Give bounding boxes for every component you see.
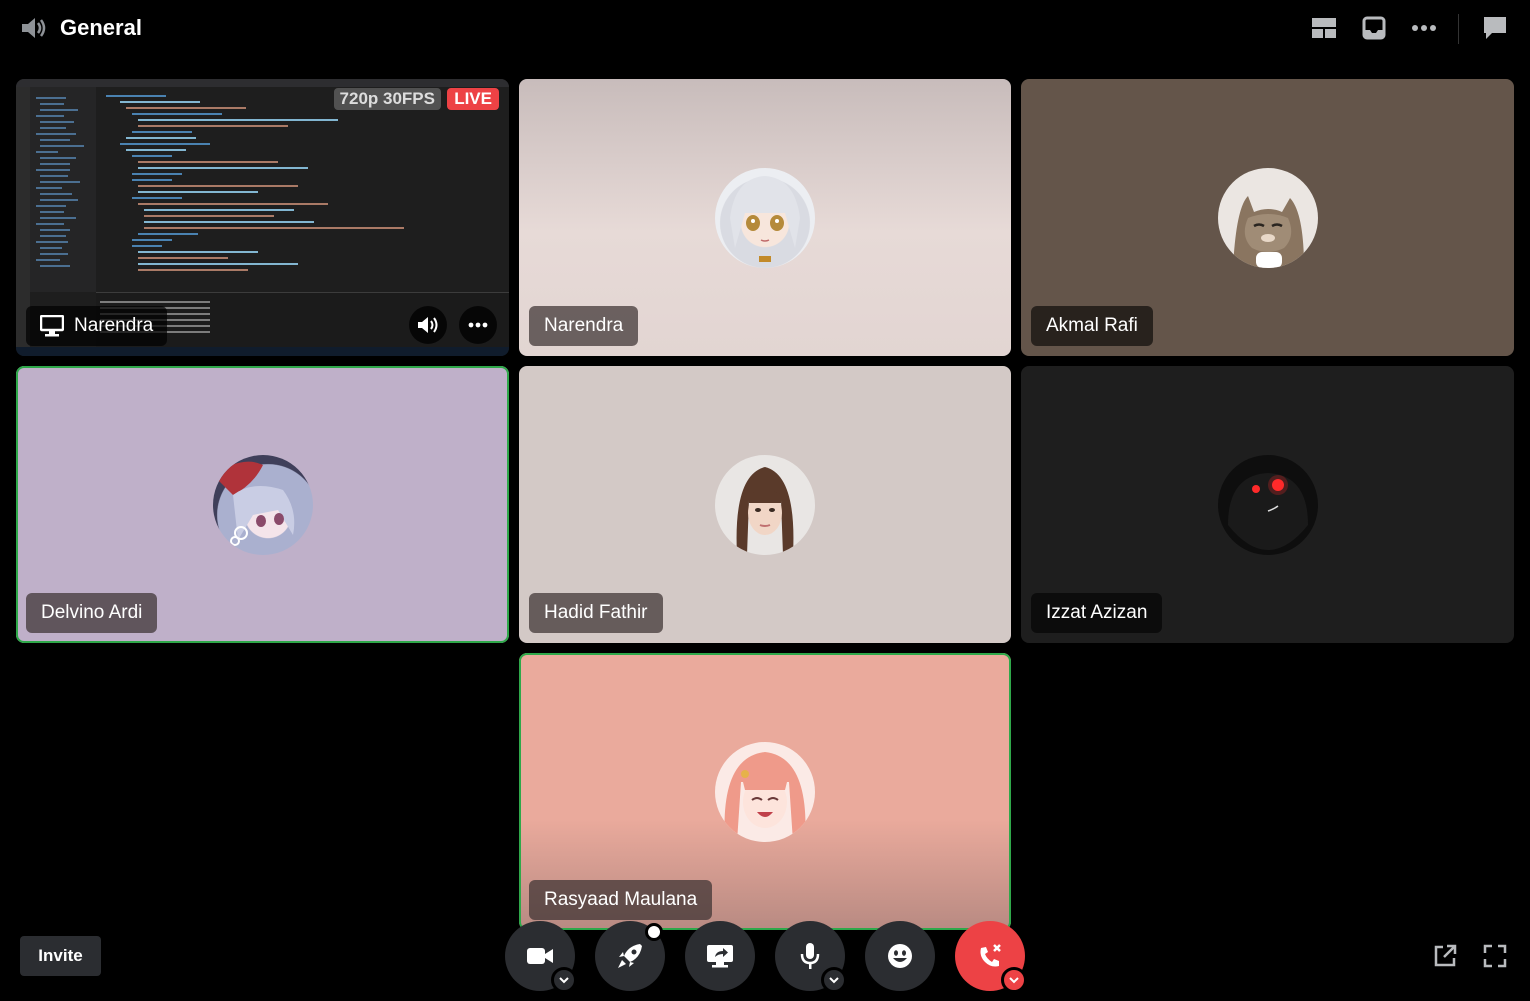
activity-button[interactable]	[595, 921, 665, 991]
volume-icon	[418, 317, 438, 333]
editor-code-area	[96, 87, 509, 292]
avatar	[715, 741, 815, 842]
popout-button[interactable]	[1431, 942, 1459, 970]
microphone-options-button[interactable]	[821, 967, 847, 993]
participant-tile[interactable]: Akmal Rafi	[1021, 79, 1514, 356]
participant-name: Narendra	[529, 306, 639, 346]
screen-share-icon	[707, 945, 733, 968]
avatar	[715, 454, 815, 555]
popout-icon	[1434, 944, 1457, 967]
windows-taskbar	[16, 347, 509, 356]
emoji-button[interactable]	[865, 921, 935, 991]
participant-tile[interactable]: Narendra	[519, 79, 1011, 356]
monitor-icon	[40, 315, 64, 337]
microphone-button[interactable]	[775, 921, 847, 993]
participant-tile[interactable]: Rasyaad Maulana	[519, 653, 1011, 930]
disconnect-button[interactable]	[955, 921, 1027, 993]
stream-tile[interactable]: 720p 30FPS LIVE Narendra	[16, 79, 509, 356]
avatar	[1217, 167, 1318, 268]
live-badge: LIVE	[447, 88, 499, 110]
grid-layout-icon[interactable]	[1310, 14, 1338, 42]
participant-name: Izzat Azizan	[1031, 593, 1163, 633]
participant-name: Delvino Ardi	[26, 593, 158, 633]
editor-titlebar	[16, 79, 509, 87]
participant-tile[interactable]: Izzat Azizan	[1021, 366, 1514, 643]
more-icon	[468, 322, 488, 328]
stream-volume-button[interactable]	[409, 306, 447, 344]
screen-share-button[interactable]	[685, 921, 755, 991]
fullscreen-button[interactable]	[1481, 942, 1509, 970]
camera-button[interactable]	[505, 921, 577, 993]
avatar	[212, 454, 313, 555]
stream-quality-badge: 720p 30FPS	[333, 88, 441, 110]
camera-options-button[interactable]	[551, 967, 577, 993]
participant-name: Hadid Fathir	[529, 593, 663, 633]
avatar	[1217, 454, 1318, 555]
channel-title: General	[60, 15, 142, 40]
avatar	[715, 167, 815, 268]
participant-tile[interactable]: Hadid Fathir	[519, 366, 1011, 643]
stream-more-button[interactable]	[459, 306, 497, 344]
camera-icon	[527, 948, 553, 964]
editor-sidebar	[30, 87, 96, 292]
chevron-down-icon	[1009, 976, 1019, 983]
header-divider	[1458, 14, 1459, 44]
invite-button[interactable]: Invite	[20, 936, 101, 976]
more-icon[interactable]	[1410, 14, 1438, 42]
disconnect-options-button[interactable]	[1001, 967, 1027, 993]
fullscreen-icon	[1483, 944, 1507, 968]
activity-notification-dot	[645, 923, 663, 941]
stream-name: Narendra	[74, 315, 154, 336]
disconnect-icon	[980, 944, 1001, 967]
speaker-icon	[22, 18, 46, 38]
participant-name: Akmal Rafi	[1031, 306, 1153, 346]
emoji-icon	[888, 944, 912, 968]
participant-tile[interactable]: Delvino Ardi	[16, 366, 509, 643]
inbox-icon[interactable]	[1360, 14, 1388, 42]
call-header: General	[0, 0, 1530, 58]
microphone-icon	[800, 943, 820, 969]
participant-name: Rasyaad Maulana	[529, 880, 713, 920]
chevron-down-icon	[559, 976, 569, 983]
stream-name-pill: Narendra	[26, 306, 168, 346]
chevron-down-icon	[829, 976, 839, 983]
chat-icon[interactable]	[1481, 14, 1509, 42]
activity-rocket-icon	[618, 944, 642, 968]
